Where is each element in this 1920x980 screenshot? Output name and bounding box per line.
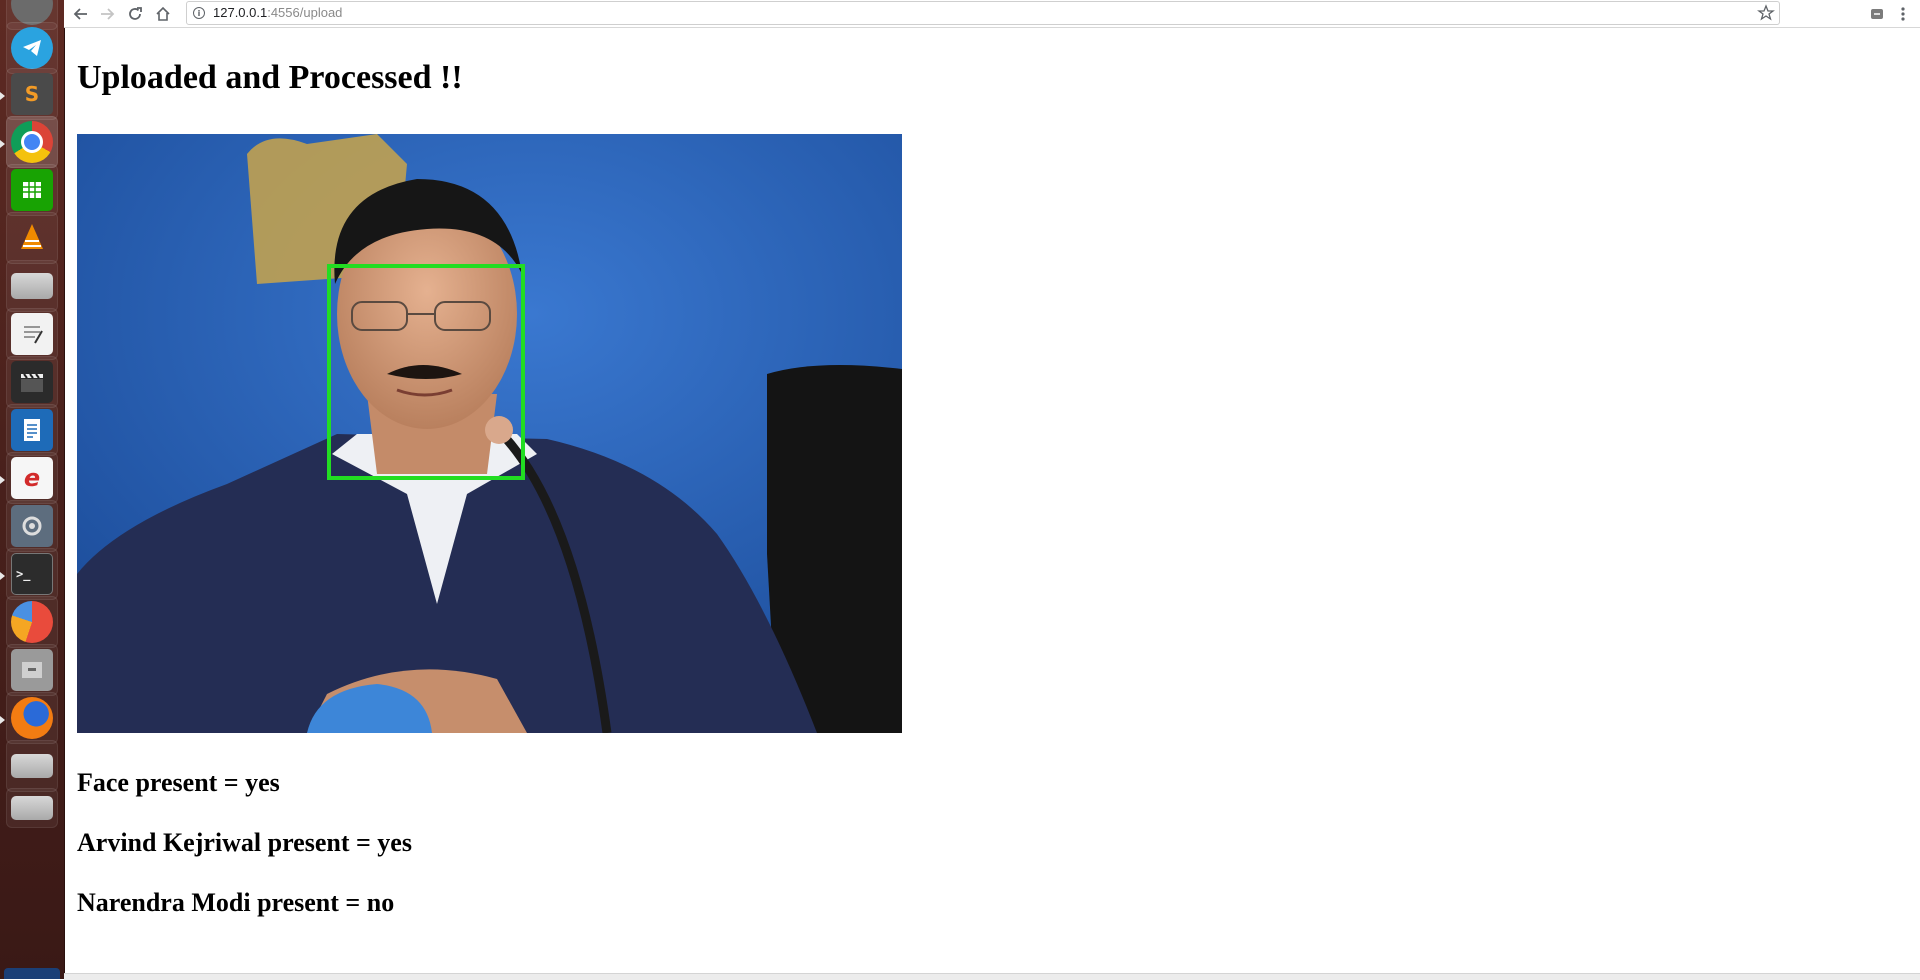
vlc-icon <box>11 217 53 259</box>
launcher-text-editor[interactable] <box>6 308 58 360</box>
archive-icon <box>11 649 53 691</box>
address-bar[interactable]: i 127.0.0.1:4556/upload <box>186 1 1780 25</box>
dash-corner-item[interactable] <box>4 968 60 979</box>
chrome-icon <box>11 121 53 163</box>
evince-glyph: e <box>23 464 41 492</box>
document-viewer-icon: e <box>11 457 53 499</box>
result-modi-present: Narendra Modi present = no <box>77 888 395 917</box>
back-icon <box>73 8 87 20</box>
extension-button[interactable] <box>1864 2 1890 26</box>
chrome-center <box>21 131 43 153</box>
running-indicator <box>0 716 5 724</box>
launcher-libreoffice-calc[interactable] <box>6 164 58 216</box>
terminal-icon: >_ <box>11 553 53 595</box>
url-host: 127.0.0.1 <box>213 5 268 20</box>
star-icon <box>1757 4 1775 21</box>
back-button[interactable] <box>68 2 94 26</box>
reload-icon <box>129 7 142 20</box>
launcher-evince[interactable]: e <box>6 452 58 504</box>
result-kejriwal-present: Arvind Kejriwal present = yes <box>77 828 412 857</box>
launcher-drive-2[interactable] <box>6 740 58 792</box>
launcher-archive[interactable] <box>6 644 58 696</box>
firefox-icon <box>11 697 53 739</box>
running-indicator <box>0 476 5 484</box>
home-button[interactable] <box>150 2 176 26</box>
drive-icon <box>11 273 53 299</box>
running-indicator <box>0 140 5 148</box>
info-icon[interactable]: i <box>193 7 205 19</box>
spreadsheet-icon <box>11 169 53 211</box>
running-indicator <box>0 92 5 100</box>
forward-button[interactable] <box>94 2 120 26</box>
text-editor-icon <box>11 313 53 355</box>
unity-launcher: S e >_ <box>0 0 65 979</box>
launcher-firefox[interactable] <box>6 692 58 744</box>
launcher-vlc[interactable] <box>6 212 58 264</box>
url-path: :4556/upload <box>267 5 343 20</box>
launcher-disk-usage[interactable] <box>6 596 58 648</box>
pie-chart-icon <box>11 601 53 643</box>
running-indicator <box>0 572 5 580</box>
sublime-glyph: S <box>24 82 40 106</box>
launcher-tools[interactable] <box>6 500 58 552</box>
microphone-head <box>485 416 513 444</box>
forward-icon <box>101 8 115 20</box>
telegram-icon <box>11 27 53 69</box>
menu-icon <box>1901 7 1905 21</box>
launcher-chrome[interactable] <box>6 116 58 168</box>
sublime-icon: S <box>11 73 53 115</box>
launcher-libreoffice-writer[interactable] <box>6 404 58 456</box>
bookmark-star-button[interactable] <box>1757 4 1775 26</box>
drive-icon <box>11 754 53 778</box>
tools-icon <box>11 505 53 547</box>
page-content: Uploaded and Processed !! Face present =… <box>64 28 1920 973</box>
page-title: Uploaded and Processed !! <box>77 59 463 96</box>
browser-menu-button[interactable] <box>1890 2 1916 26</box>
reload-button[interactable] <box>122 2 148 26</box>
home-icon <box>156 6 170 21</box>
result-face-present: Face present = yes <box>77 768 280 797</box>
writer-icon <box>11 409 53 451</box>
browser-toolbar: i 127.0.0.1:4556/upload <box>64 0 1920 28</box>
url-text[interactable]: 127.0.0.1:4556/upload <box>213 5 342 20</box>
launcher-video-editor[interactable] <box>6 356 58 408</box>
launcher-drive-3[interactable] <box>6 788 58 828</box>
launcher-telegram[interactable] <box>6 22 58 74</box>
drive-icon <box>11 796 53 820</box>
launcher-terminal[interactable]: >_ <box>6 548 58 600</box>
terminal-glyph: >_ <box>16 567 31 581</box>
extension-icon <box>1871 9 1883 19</box>
launcher-drive[interactable] <box>6 260 58 312</box>
launcher-sublime-text[interactable]: S <box>6 68 58 120</box>
processed-image <box>77 134 902 733</box>
face-photo <box>77 134 902 733</box>
clapperboard-icon <box>11 361 53 403</box>
